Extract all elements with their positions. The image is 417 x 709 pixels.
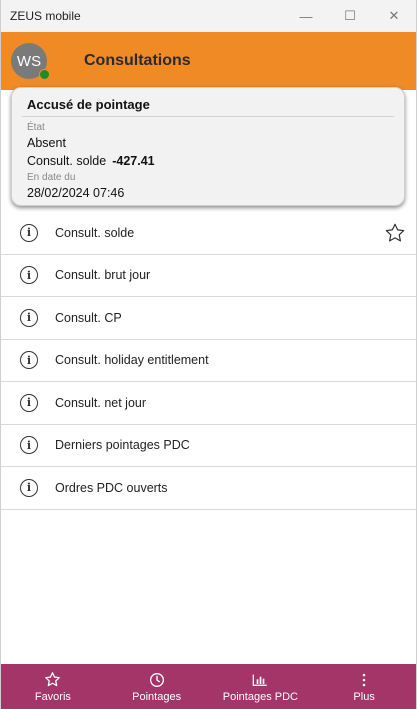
star-outline-icon[interactable] <box>384 222 406 249</box>
avatar[interactable]: WS <box>11 43 50 80</box>
list-item-label: Consult. solde <box>55 225 135 240</box>
list-item-label: Consult. holiday entitlement <box>55 353 209 368</box>
list-item-consult-net-jour[interactable]: i Consult. net jour <box>1 382 416 425</box>
nav-favoris[interactable]: Favoris <box>1 664 105 709</box>
list-item-label: Consult. CP <box>55 310 122 325</box>
info-icon: i <box>20 478 38 497</box>
state-value: Absent <box>27 136 66 150</box>
solde-label: Consult. solde <box>27 154 107 168</box>
solde-value: -427.41 <box>112 154 155 168</box>
list-item-ordres-pdc-ouverts[interactable]: i Ordres PDC ouverts <box>1 467 416 510</box>
title-bar: ZEUS mobile — ☐ ✕ <box>1 0 416 32</box>
list-item-label: Derniers pointages PDC <box>55 438 190 453</box>
close-button[interactable]: ✕ <box>372 0 416 32</box>
info-icon: i <box>20 436 38 455</box>
clock-icon <box>149 671 165 689</box>
star-icon <box>44 671 61 689</box>
window-title: ZEUS mobile <box>10 9 81 23</box>
info-icon: i <box>20 223 38 242</box>
info-icon: i <box>20 351 38 370</box>
bottom-navigation: Favoris Pointages Pointages PDC Plus <box>1 664 416 709</box>
page-header: WS Consultations <box>1 32 416 90</box>
page-title: Consultations <box>84 52 191 69</box>
nav-plus[interactable]: Plus <box>312 664 416 709</box>
state-label: État <box>27 122 45 133</box>
bar-chart-icon <box>252 671 268 689</box>
info-icon: i <box>20 266 38 285</box>
maximize-button[interactable]: ☐ <box>328 0 372 32</box>
list-item-label: Consult. brut jour <box>55 268 151 283</box>
list-item-consult-cp[interactable]: i Consult. CP <box>1 297 416 340</box>
nav-label: Plus <box>353 690 375 703</box>
info-icon: i <box>20 393 38 412</box>
nav-label: Pointages <box>132 690 182 703</box>
date-label: En date du <box>27 172 76 183</box>
list-item-label: Consult. net jour <box>55 395 147 410</box>
app-window: ZEUS mobile — ☐ ✕ WS Consultations Accus… <box>0 0 417 709</box>
info-icon: i <box>20 308 38 327</box>
card-divider <box>22 116 394 117</box>
consultation-list: i Consult. solde i Consult. brut jour i … <box>1 212 416 510</box>
list-item-derniers-pointages-pdc[interactable]: i Derniers pointages PDC <box>1 425 416 467</box>
more-vertical-icon <box>361 671 367 689</box>
presence-indicator <box>39 69 50 80</box>
card-title: Accusé de pointage <box>27 97 150 112</box>
minimize-button[interactable]: — <box>284 0 328 32</box>
nav-label: Favoris <box>34 690 71 703</box>
list-item-consult-holiday-entitlement[interactable]: i Consult. holiday entitlement <box>1 340 416 382</box>
list-item-label: Ordres PDC ouverts <box>55 480 168 495</box>
nav-pointages[interactable]: Pointages <box>105 664 209 709</box>
avatar-initials: WS <box>16 52 42 70</box>
date-value: 28/02/2024 07:46 <box>27 186 125 200</box>
nav-pointages-pdc[interactable]: Pointages PDC <box>209 664 313 709</box>
solde-line: Consult. solde -427.41 <box>27 154 155 168</box>
clock-in-receipt-card: Accusé de pointage État Absent Consult. … <box>11 87 405 206</box>
list-item-consult-brut-jour[interactable]: i Consult. brut jour <box>1 255 416 297</box>
list-item-consult-solde[interactable]: i Consult. solde <box>1 212 416 255</box>
nav-label: Pointages PDC <box>222 690 298 703</box>
